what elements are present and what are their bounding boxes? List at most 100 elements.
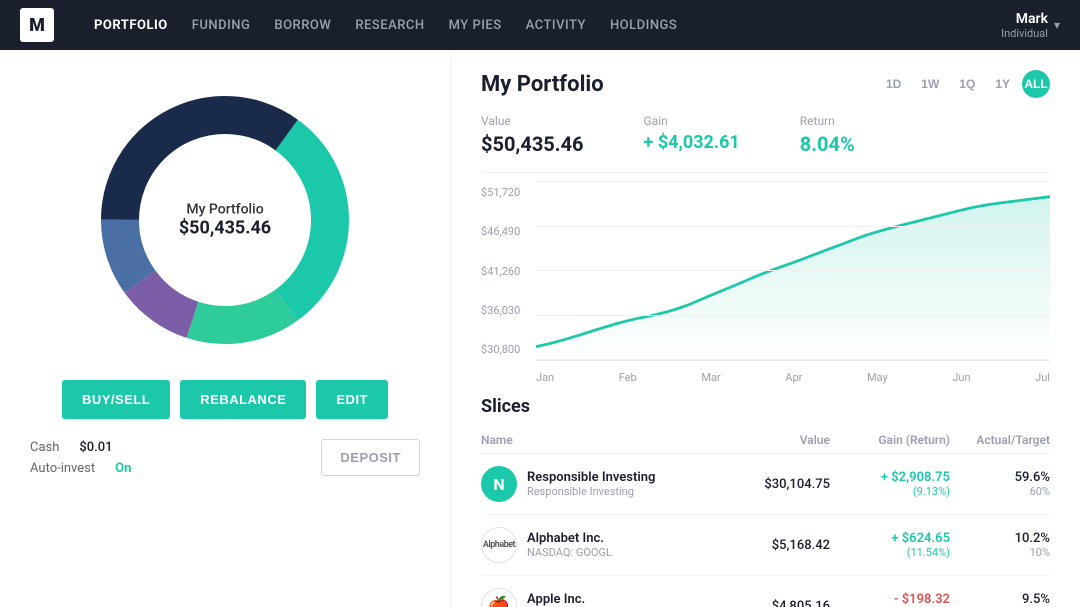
alphabet-gain-main: + $624.65 — [830, 531, 950, 546]
apple-name: Apple Inc. — [527, 592, 730, 607]
time-btn-all[interactable]: ALL — [1022, 70, 1050, 98]
gridline-5 — [536, 359, 1050, 360]
slice-row-apple[interactable]: 🍎 Apple Inc. NASDAQ: AAPL $4,805.16 - $1… — [481, 576, 1050, 607]
x-label-0: Jan — [536, 371, 554, 384]
slice-row-responsible[interactable]: N Responsible Investing Responsible Inve… — [481, 454, 1050, 515]
apple-gain: - $198.32 (2.01%) — [830, 592, 950, 607]
header-actual: Actual/Target — [950, 433, 1050, 447]
x-label-5: Jun — [952, 371, 970, 384]
nav-my-pies[interactable]: MY PIES — [449, 18, 502, 33]
value-label: Value — [481, 114, 584, 128]
apple-value: $4,805.16 — [730, 599, 830, 607]
slices-section: Slices Name Value Gain (Return) Actual/T… — [481, 396, 1050, 607]
return-value: 8.04% — [800, 132, 855, 156]
navbar: M PORTFOLIO FUNDING BORROW RESEARCH MY P… — [0, 0, 1080, 50]
x-label-6: Jul — [1035, 371, 1050, 384]
time-btn-1y[interactable]: 1Y — [987, 70, 1018, 98]
rebalance-button[interactable]: REBALANCE — [180, 380, 306, 419]
portfolio-info-left: Cash $0.01 Auto-invest On — [30, 440, 131, 476]
alphabet-sub: NASDAQ: GOOGL — [527, 546, 730, 559]
donut-chart: My Portfolio $50,435.46 — [85, 80, 365, 360]
x-label-1: Feb — [619, 371, 637, 384]
nav-links: PORTFOLIO FUNDING BORROW RESEARCH MY PIE… — [94, 18, 971, 33]
alphabet-name-group: Alphabet Inc. NASDAQ: GOOGL — [527, 531, 730, 559]
main-content: My Portfolio $50,435.46 BUY/SELL REBALAN… — [0, 50, 1080, 607]
responsible-gain: + $2,908.75 (9.13%) — [830, 470, 950, 498]
slices-title: Slices — [481, 396, 1050, 417]
stat-return: Return 8.04% — [800, 114, 855, 156]
responsible-name-group: Responsible Investing Responsible Invest… — [527, 470, 730, 498]
left-panel: My Portfolio $50,435.46 BUY/SELL REBALAN… — [0, 50, 450, 607]
nav-activity[interactable]: ACTIVITY — [526, 18, 586, 33]
time-btn-1q[interactable]: 1Q — [951, 70, 983, 98]
cash-row: Cash $0.01 — [30, 440, 131, 455]
donut-value: $50,435.46 — [179, 218, 271, 239]
chart-gridlines — [536, 181, 1050, 360]
alphabet-name: Alphabet Inc. — [527, 531, 730, 546]
responsible-name: Responsible Investing — [527, 470, 730, 485]
buy-sell-button[interactable]: BUY/SELL — [62, 380, 170, 419]
nav-holdings[interactable]: HOLDINGS — [610, 18, 677, 33]
chart-area — [536, 181, 1050, 361]
responsible-sub: Responsible Investing — [527, 485, 730, 498]
apple-actual-main: 9.5% — [950, 592, 1050, 607]
responsible-gain-main: + $2,908.75 — [830, 470, 950, 485]
portfolio-info: Cash $0.01 Auto-invest On DEPOSIT — [20, 439, 430, 476]
apple-icon: 🍎 — [481, 588, 517, 607]
apple-gain-main: - $198.32 — [830, 592, 950, 607]
time-btn-1d[interactable]: 1D — [878, 70, 909, 98]
time-btn-1w[interactable]: 1W — [913, 70, 947, 98]
return-label: Return — [800, 114, 855, 128]
stat-value: Value $50,435.46 — [481, 114, 584, 156]
alphabet-actual-sub: 10% — [950, 546, 1050, 559]
nav-research[interactable]: RESEARCH — [355, 18, 424, 33]
gain-value: + $4,032.61 — [644, 132, 740, 153]
gridline-2 — [536, 226, 1050, 227]
x-label-2: Mar — [701, 371, 720, 384]
nav-borrow[interactable]: BORROW — [274, 18, 331, 33]
responsible-icon: N — [481, 466, 517, 502]
chart-x-labels: Jan Feb Mar Apr May Jun Jul — [536, 371, 1050, 384]
alphabet-icon: Alphabet — [481, 527, 517, 563]
y-label-1: $46,490 — [481, 225, 520, 238]
nav-funding[interactable]: FUNDING — [192, 18, 251, 33]
auto-invest-label: Auto-invest — [30, 461, 95, 476]
gain-label: Gain — [644, 114, 740, 128]
portfolio-value: $50,435.46 — [481, 132, 584, 156]
logo[interactable]: M — [20, 8, 54, 42]
portfolio-title: My Portfolio — [481, 72, 604, 97]
chart-y-labels: $51,720 $46,490 $41,260 $36,030 $30,800 — [481, 181, 520, 361]
x-label-3: Apr — [785, 371, 802, 384]
stat-gain: Gain + $4,032.61 — [644, 114, 740, 156]
user-type: Individual — [1001, 27, 1048, 40]
alphabet-actual-main: 10.2% — [950, 531, 1050, 546]
gridline-3 — [536, 270, 1050, 271]
nav-portfolio[interactable]: PORTFOLIO — [94, 18, 168, 33]
gridline-1 — [536, 181, 1050, 182]
header-gain: Gain (Return) — [830, 433, 950, 447]
donut-title: My Portfolio — [179, 202, 271, 218]
slice-row-alphabet[interactable]: Alphabet Alphabet Inc. NASDAQ: GOOGL $5,… — [481, 515, 1050, 576]
edit-button[interactable]: EDIT — [316, 380, 388, 419]
y-label-3: $36,030 — [481, 304, 520, 317]
portfolio-header: My Portfolio 1D 1W 1Q 1Y ALL — [481, 70, 1050, 98]
user-menu[interactable]: Mark Individual ▾ — [1001, 11, 1060, 40]
chevron-down-icon: ▾ — [1054, 18, 1060, 32]
auto-invest-value: On — [115, 461, 131, 476]
user-name: Mark — [1001, 11, 1048, 27]
x-label-4: May — [867, 371, 888, 384]
deposit-button[interactable]: DEPOSIT — [321, 439, 420, 476]
stats-row: Value $50,435.46 Gain + $4,032.61 Return… — [481, 114, 1050, 173]
y-label-4: $30,800 — [481, 343, 520, 356]
apple-actual: 9.5% 10% — [950, 592, 1050, 607]
alphabet-gain: + $624.65 (11.54%) — [830, 531, 950, 559]
time-buttons: 1D 1W 1Q 1Y ALL — [878, 70, 1050, 98]
header-value: Value — [730, 433, 830, 447]
donut-center: My Portfolio $50,435.46 — [179, 202, 271, 239]
y-label-2: $41,260 — [481, 265, 520, 278]
gridline-4 — [536, 315, 1050, 316]
alphabet-value: $5,168.42 — [730, 538, 830, 553]
responsible-actual-sub: 60% — [950, 485, 1050, 498]
responsible-actual: 59.6% 60% — [950, 470, 1050, 498]
apple-name-group: Apple Inc. NASDAQ: AAPL — [527, 592, 730, 607]
